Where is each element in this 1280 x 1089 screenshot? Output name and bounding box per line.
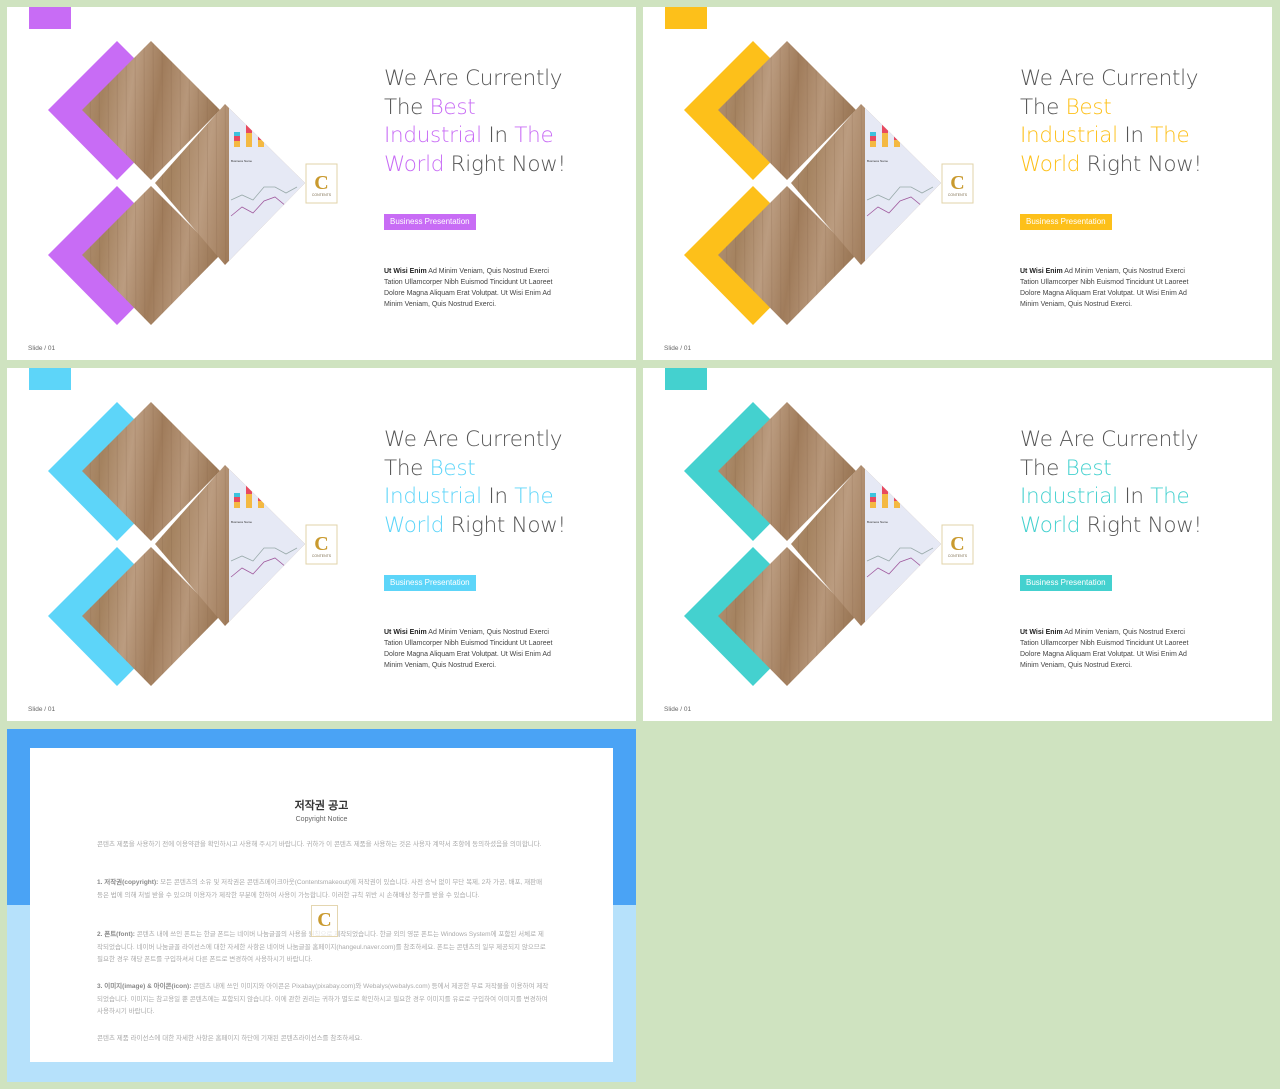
slide-body-text: Ut Wisi Enim Ad Minim Veniam, Quis Nostr… — [384, 268, 553, 308]
svg-text:Business Name: Business Name — [867, 520, 888, 524]
svg-text:C: C — [950, 533, 964, 555]
slide-title: We Are Currently The Best Industrial In … — [384, 66, 566, 177]
slide-number: Slide / 01 — [664, 706, 692, 713]
copyright-title: 저작권 공고 — [294, 800, 349, 812]
slide-1[interactable]: Business Name C CONTENTS We Are Currentl… — [7, 7, 636, 360]
contents-logo: C CONTENTS — [305, 163, 338, 204]
copyright-section-3: 3. 이미지(image) & 아이콘(icon): 콘텐츠 내에 쓰인 이미지… — [97, 983, 549, 1015]
svg-text:C: C — [950, 172, 964, 194]
svg-text:CONTENTS: CONTENTS — [948, 554, 968, 558]
copyright-slide: 저작권 공고 Copyright Notice 콘텐츠 제품을 사용하기 전에 … — [7, 729, 636, 1082]
svg-text:Business Name: Business Name — [231, 159, 252, 163]
copyright-outro: 콘텐츠 제품 라이선스에 대한 자세한 사항은 홈페이지 하단에 기재된 콘텐츠… — [97, 1035, 363, 1042]
slide-3[interactable]: Business Name C CONTENTS We Are Currentl… — [7, 368, 636, 721]
business-presentation-badge: Business Presentation — [1020, 214, 1112, 230]
svg-text:Business Name: Business Name — [231, 520, 252, 524]
slide-2[interactable]: Business Name C CONTENTS We Are Currentl… — [643, 7, 1272, 360]
business-presentation-badge: Business Presentation — [1020, 575, 1112, 591]
business-presentation-badge: Business Presentation — [384, 214, 476, 230]
svg-text:CONTENTS: CONTENTS — [312, 554, 332, 558]
svg-text:Business Name: Business Name — [867, 159, 888, 163]
copyright-intro: 콘텐츠 제품을 사용하기 전에 이용약관을 확인하시고 사용해 주시기 바랍니다… — [97, 841, 542, 848]
slide-body-text: Ut Wisi Enim Ad Minim Veniam, Quis Nostr… — [1020, 268, 1189, 308]
slide-title: We Are Currently The Best Industrial In … — [1020, 427, 1202, 538]
business-presentation-badge: Business Presentation — [384, 575, 476, 591]
copyright-section-1: 1. 저작권(copyright): 모든 콘텐츠의 소유 및 저작권은 콘텐츠… — [97, 879, 543, 899]
slide-title: We Are Currently The Best Industrial In … — [384, 427, 566, 538]
slide-body-text: Ut Wisi Enim Ad Minim Veniam, Quis Nostr… — [384, 629, 553, 669]
accent-square — [665, 368, 707, 390]
slide-4[interactable]: Business Name C CONTENTS We Are Currentl… — [643, 368, 1272, 721]
copyright-subtitle: Copyright Notice — [295, 816, 348, 823]
slide-number: Slide / 01 — [28, 706, 56, 713]
accent-square — [665, 7, 707, 29]
svg-text:C: C — [314, 172, 328, 194]
contents-logo: C CONTENTS — [941, 163, 974, 204]
svg-text:CONTENTS: CONTENTS — [312, 193, 332, 197]
copyright-panel: 저작권 공고 Copyright Notice 콘텐츠 제품을 사용하기 전에 … — [30, 748, 613, 1062]
contents-logo: C CONTENTS — [305, 524, 338, 565]
slide-number: Slide / 01 — [28, 345, 56, 352]
slide-number: Slide / 01 — [664, 345, 692, 352]
svg-text:C: C — [314, 533, 328, 555]
contents-logo: C — [311, 905, 338, 937]
contents-logo: C CONTENTS — [941, 524, 974, 565]
accent-square — [29, 368, 71, 390]
svg-text:CONTENTS: CONTENTS — [948, 193, 968, 197]
slide-body-text: Ut Wisi Enim Ad Minim Veniam, Quis Nostr… — [1020, 629, 1189, 669]
slide-title: We Are Currently The Best Industrial In … — [1020, 66, 1202, 177]
accent-square — [29, 7, 71, 29]
